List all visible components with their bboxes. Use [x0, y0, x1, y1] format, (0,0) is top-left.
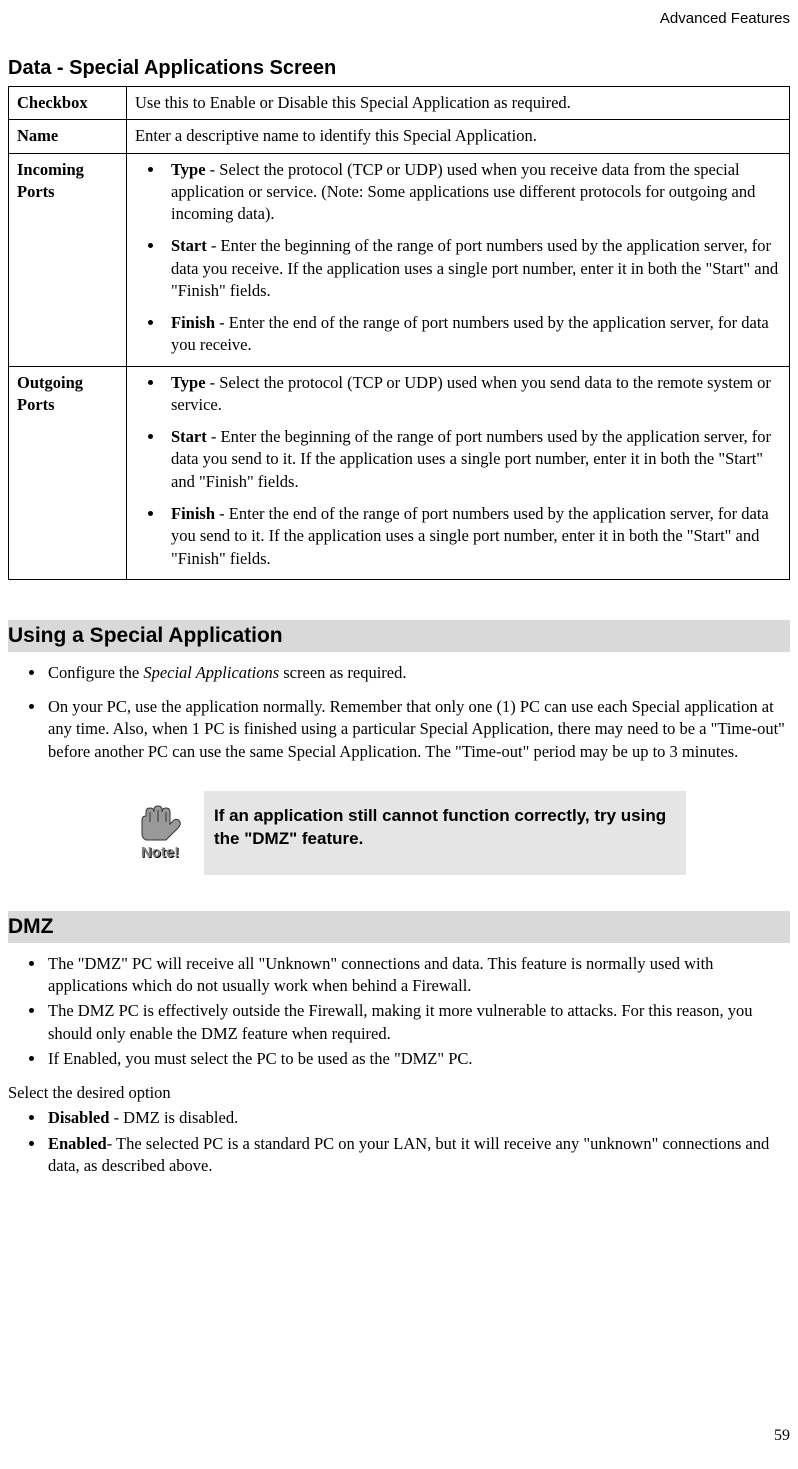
- note-icon-box: Note!: [126, 791, 204, 875]
- row-desc-checkbox: Use this to Enable or Disable this Speci…: [127, 87, 790, 120]
- table-row: Name Enter a descriptive name to identif…: [9, 120, 790, 153]
- list-item: Type - Select the protocol (TCP or UDP) …: [165, 159, 781, 226]
- row-desc-outgoing: Type - Select the protocol (TCP or UDP) …: [127, 366, 790, 579]
- term: Finish: [171, 504, 215, 523]
- table-row: Incoming Ports Type - Select the protoco…: [9, 153, 790, 366]
- term: Start: [171, 427, 207, 446]
- term: Finish: [171, 313, 215, 332]
- term: Enabled: [48, 1134, 107, 1153]
- list-item: Start - Enter the beginning of the range…: [165, 426, 781, 493]
- list-item: The DMZ PC is effectively outside the Fi…: [46, 1000, 790, 1045]
- desc: - DMZ is disabled.: [109, 1108, 238, 1127]
- list-item: Finish - Enter the end of the range of p…: [165, 503, 781, 570]
- table-row: Outgoing Ports Type - Select the protoco…: [9, 366, 790, 579]
- text-pre: Configure the: [48, 663, 143, 682]
- desc: - Enter the beginning of the range of po…: [171, 236, 778, 300]
- table-row: Checkbox Use this to Enable or Disable t…: [9, 87, 790, 120]
- row-label-outgoing: Outgoing Ports: [9, 366, 127, 579]
- list-item: Configure the Special Applications scree…: [46, 662, 790, 684]
- desc: - Select the protocol (TCP or UDP) used …: [171, 160, 755, 224]
- page-number: 59: [774, 1427, 790, 1445]
- term: Start: [171, 236, 207, 255]
- list-item: Finish - Enter the end of the range of p…: [165, 312, 781, 357]
- term: Type: [171, 373, 206, 392]
- data-table: Checkbox Use this to Enable or Disable t…: [8, 86, 790, 580]
- text-post: screen as required.: [279, 663, 406, 682]
- desc: - Select the protocol (TCP or UDP) used …: [171, 373, 771, 414]
- heading-dmz: DMZ: [8, 911, 790, 943]
- desc: - Enter the end of the range of port num…: [171, 504, 769, 568]
- text-italic: Special Applications: [143, 663, 279, 682]
- list-item: Type - Select the protocol (TCP or UDP) …: [165, 372, 781, 417]
- list-item: If Enabled, you must select the PC to be…: [46, 1048, 790, 1070]
- select-text: Select the desired option: [8, 1082, 790, 1104]
- row-label-checkbox: Checkbox: [9, 87, 127, 120]
- note-hand-icon: [136, 804, 184, 842]
- list-item: The "DMZ" PC will receive all "Unknown" …: [46, 953, 790, 998]
- desc: - Enter the beginning of the range of po…: [171, 427, 771, 491]
- list-item: On your PC, use the application normally…: [46, 696, 790, 763]
- list-item: Enabled- The selected PC is a standard P…: [46, 1133, 790, 1178]
- row-label-name: Name: [9, 120, 127, 153]
- row-desc-incoming: Type - Select the protocol (TCP or UDP) …: [127, 153, 790, 366]
- note-label: Note!: [141, 844, 179, 861]
- heading-using: Using a Special Application: [8, 620, 790, 652]
- list-item: Disabled - DMZ is disabled.: [46, 1107, 790, 1129]
- note-block: Note! If an application still cannot fun…: [126, 791, 686, 875]
- row-desc-name: Enter a descriptive name to identify thi…: [127, 120, 790, 153]
- page-content: Data - Special Applications Screen Check…: [0, 57, 798, 1177]
- row-label-incoming: Incoming Ports: [9, 153, 127, 366]
- term: Type: [171, 160, 206, 179]
- list-item: Start - Enter the beginning of the range…: [165, 235, 781, 302]
- desc: - The selected PC is a standard PC on yo…: [48, 1134, 769, 1175]
- note-text: If an application still cannot function …: [204, 791, 686, 875]
- section-title-data: Data - Special Applications Screen: [8, 57, 790, 80]
- term: Disabled: [48, 1108, 109, 1127]
- header-label: Advanced Features: [0, 10, 798, 27]
- desc: - Enter the end of the range of port num…: [171, 313, 769, 354]
